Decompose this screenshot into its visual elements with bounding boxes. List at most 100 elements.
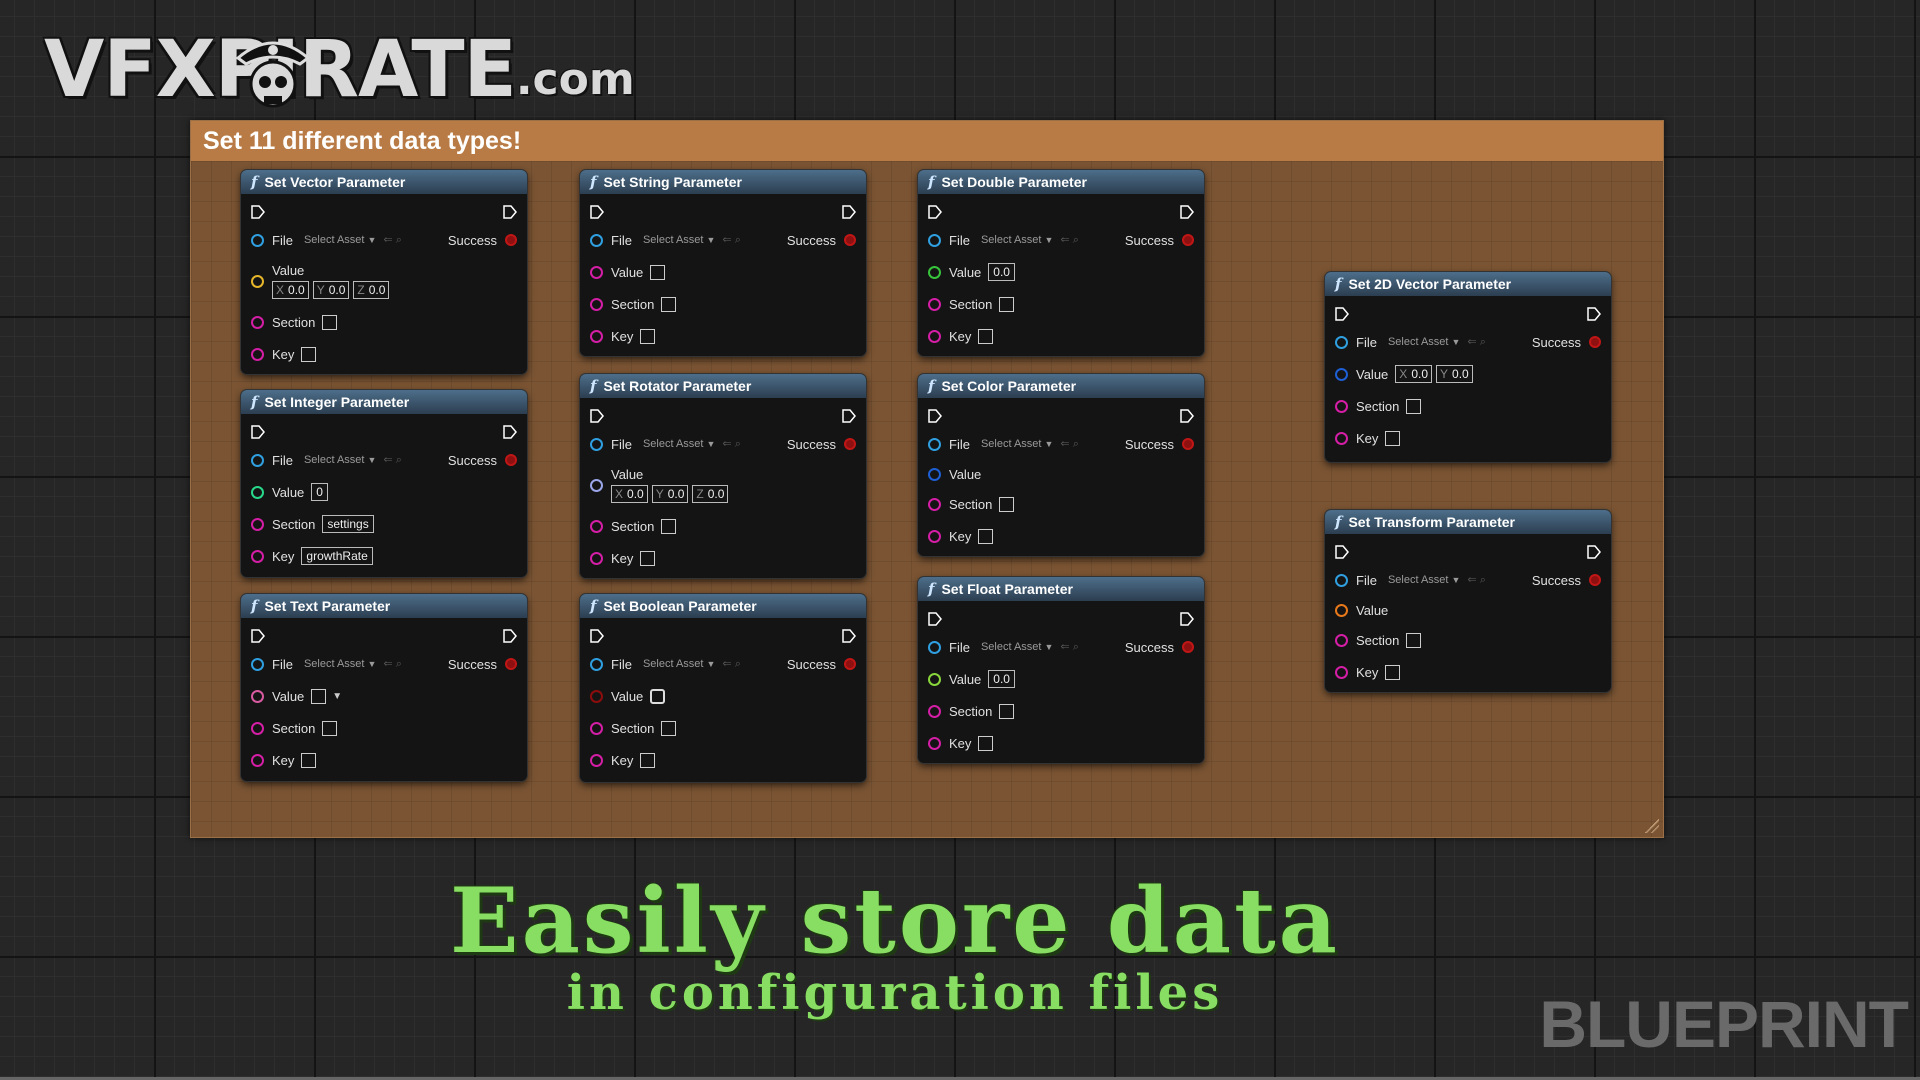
float-value-field[interactable]: 0.0: [988, 670, 1015, 688]
node-set-string-parameter[interactable]: f Set String Parameter File Select Asset ▼ ⇐…: [580, 170, 866, 356]
select-asset-dropdown[interactable]: Select Asset: [643, 658, 704, 670]
comment-resize-handle[interactable]: [1645, 819, 1659, 833]
node-header[interactable]: f Set String Parameter: [580, 170, 866, 194]
browse-arrow-icon[interactable]: ⇐ ⌕: [383, 233, 401, 247]
node-set-2d-vector-parameter[interactable]: f Set 2D Vector Parameter File Select Asse…: [1325, 272, 1611, 462]
value-pin[interactable]: [251, 689, 264, 703]
exec-out-pin-icon[interactable]: [1180, 205, 1194, 219]
browse-arrow-icon[interactable]: ⇐ ⌕: [1060, 640, 1078, 654]
node-header[interactable]: f Set Boolean Parameter: [580, 594, 866, 618]
vector2d-y-field[interactable]: Y 0.0: [1436, 365, 1473, 383]
exec-out-pin-icon[interactable]: [503, 629, 517, 643]
node-header[interactable]: f Set Transform Parameter: [1325, 510, 1611, 534]
chevron-down-icon[interactable]: ▼: [368, 235, 377, 245]
exec-out-pin-icon[interactable]: [1180, 612, 1194, 626]
exec-in-pin-icon[interactable]: [590, 409, 604, 423]
file-pin[interactable]: [1335, 573, 1348, 587]
key-checkbox[interactable]: [1385, 664, 1401, 680]
node-header[interactable]: f Set 2D Vector Parameter: [1325, 272, 1611, 296]
integer-value-field[interactable]: 0: [311, 483, 328, 501]
vector-z-field[interactable]: Z 0.0: [353, 281, 390, 299]
value-pin[interactable]: [1335, 603, 1348, 617]
exec-out-pin-icon[interactable]: [503, 425, 517, 439]
section-pin[interactable]: [251, 721, 264, 735]
section-pin[interactable]: [590, 297, 603, 311]
success-pin[interactable]: [1589, 336, 1601, 348]
key-checkbox[interactable]: [640, 752, 656, 768]
file-pin[interactable]: [251, 453, 264, 467]
exec-in-pin-icon[interactable]: [251, 629, 265, 643]
exec-out-pin-icon[interactable]: [503, 205, 517, 219]
section-checkbox[interactable]: [1406, 398, 1422, 414]
file-pin[interactable]: [928, 233, 941, 247]
rotator-z-field[interactable]: Z 0.0: [692, 485, 729, 503]
node-set-integer-parameter[interactable]: f Set Integer Parameter File Select Asset ▼…: [241, 390, 527, 577]
key-pin[interactable]: [590, 551, 603, 565]
section-value-field[interactable]: settings: [322, 515, 374, 533]
success-pin[interactable]: [505, 658, 517, 670]
section-pin[interactable]: [928, 704, 941, 718]
exec-in-pin-icon[interactable]: [251, 205, 265, 219]
browse-arrow-icon[interactable]: ⇐ ⌕: [722, 233, 740, 247]
node-set-double-parameter[interactable]: f Set Double Parameter File Select Asset ▼ ⇐…: [918, 170, 1204, 356]
file-pin[interactable]: [590, 233, 603, 247]
chevron-down-icon[interactable]: ▼: [1045, 439, 1054, 449]
success-pin[interactable]: [1182, 641, 1194, 653]
exec-out-pin-icon[interactable]: [1587, 307, 1601, 321]
node-header[interactable]: f Set Vector Parameter: [241, 170, 527, 194]
file-pin[interactable]: [590, 437, 603, 451]
value-pin[interactable]: [590, 478, 603, 492]
node-set-color-parameter[interactable]: f Set Color Parameter File Select Asset ▼ ⇐ …: [918, 374, 1204, 556]
text-value-field[interactable]: [311, 688, 327, 704]
browse-arrow-icon[interactable]: ⇐ ⌕: [383, 453, 401, 467]
value-pin[interactable]: [251, 274, 264, 288]
key-pin[interactable]: [590, 753, 603, 767]
exec-in-pin-icon[interactable]: [251, 425, 265, 439]
file-pin[interactable]: [1335, 335, 1348, 349]
select-asset-dropdown[interactable]: Select Asset: [643, 234, 704, 246]
chevron-down-icon[interactable]: ▼: [1045, 235, 1054, 245]
key-pin[interactable]: [928, 329, 941, 343]
key-pin[interactable]: [1335, 431, 1348, 445]
exec-out-pin-icon[interactable]: [1587, 545, 1601, 559]
select-asset-dropdown[interactable]: Select Asset: [304, 454, 365, 466]
section-checkbox[interactable]: [322, 314, 338, 330]
file-pin[interactable]: [251, 657, 264, 671]
success-pin[interactable]: [505, 234, 517, 246]
exec-in-pin-icon[interactable]: [928, 205, 942, 219]
value-pin[interactable]: [590, 265, 603, 279]
exec-out-pin-icon[interactable]: [842, 205, 856, 219]
select-asset-dropdown[interactable]: Select Asset: [304, 234, 365, 246]
chevron-down-icon[interactable]: ▼: [707, 439, 716, 449]
vector2d-x-field[interactable]: X 0.0: [1395, 365, 1432, 383]
section-checkbox[interactable]: [661, 720, 677, 736]
chevron-down-icon[interactable]: ▼: [1452, 337, 1461, 347]
exec-in-pin-icon[interactable]: [928, 409, 942, 423]
value-pin[interactable]: [251, 485, 264, 499]
exec-in-pin-icon[interactable]: [1335, 545, 1349, 559]
key-checkbox[interactable]: [301, 346, 317, 362]
section-pin[interactable]: [251, 315, 264, 329]
chevron-down-icon[interactable]: ▼: [1045, 642, 1054, 652]
browse-arrow-icon[interactable]: ⇐ ⌕: [1467, 573, 1485, 587]
chevron-down-icon[interactable]: ▼: [707, 235, 716, 245]
node-set-float-parameter[interactable]: f Set Float Parameter File Select Asset ▼ ⇐ …: [918, 577, 1204, 763]
node-header[interactable]: f Set Float Parameter: [918, 577, 1204, 601]
key-pin[interactable]: [251, 549, 264, 563]
select-asset-dropdown[interactable]: Select Asset: [981, 438, 1042, 450]
boolean-value-checkbox[interactable]: [650, 688, 666, 704]
section-pin[interactable]: [928, 297, 941, 311]
rotator-y-field[interactable]: Y 0.0: [651, 485, 689, 503]
browse-arrow-icon[interactable]: ⇐ ⌕: [1060, 233, 1078, 247]
value-pin[interactable]: [928, 467, 941, 481]
success-pin[interactable]: [1589, 574, 1601, 586]
key-value-field[interactable]: growthRate: [301, 547, 373, 565]
browse-arrow-icon[interactable]: ⇐ ⌕: [1060, 437, 1078, 451]
browse-arrow-icon[interactable]: ⇐ ⌕: [383, 657, 401, 671]
success-pin[interactable]: [844, 438, 856, 450]
vector-y-field[interactable]: Y 0.0: [312, 281, 350, 299]
browse-arrow-icon[interactable]: ⇐ ⌕: [1467, 335, 1485, 349]
success-pin[interactable]: [844, 234, 856, 246]
node-set-vector-parameter[interactable]: f Set Vector Parameter File Select Asset ▼ ⇐…: [241, 170, 527, 374]
node-set-text-parameter[interactable]: f Set Text Parameter File Select Asset ▼ ⇐ ⌕…: [241, 594, 527, 781]
